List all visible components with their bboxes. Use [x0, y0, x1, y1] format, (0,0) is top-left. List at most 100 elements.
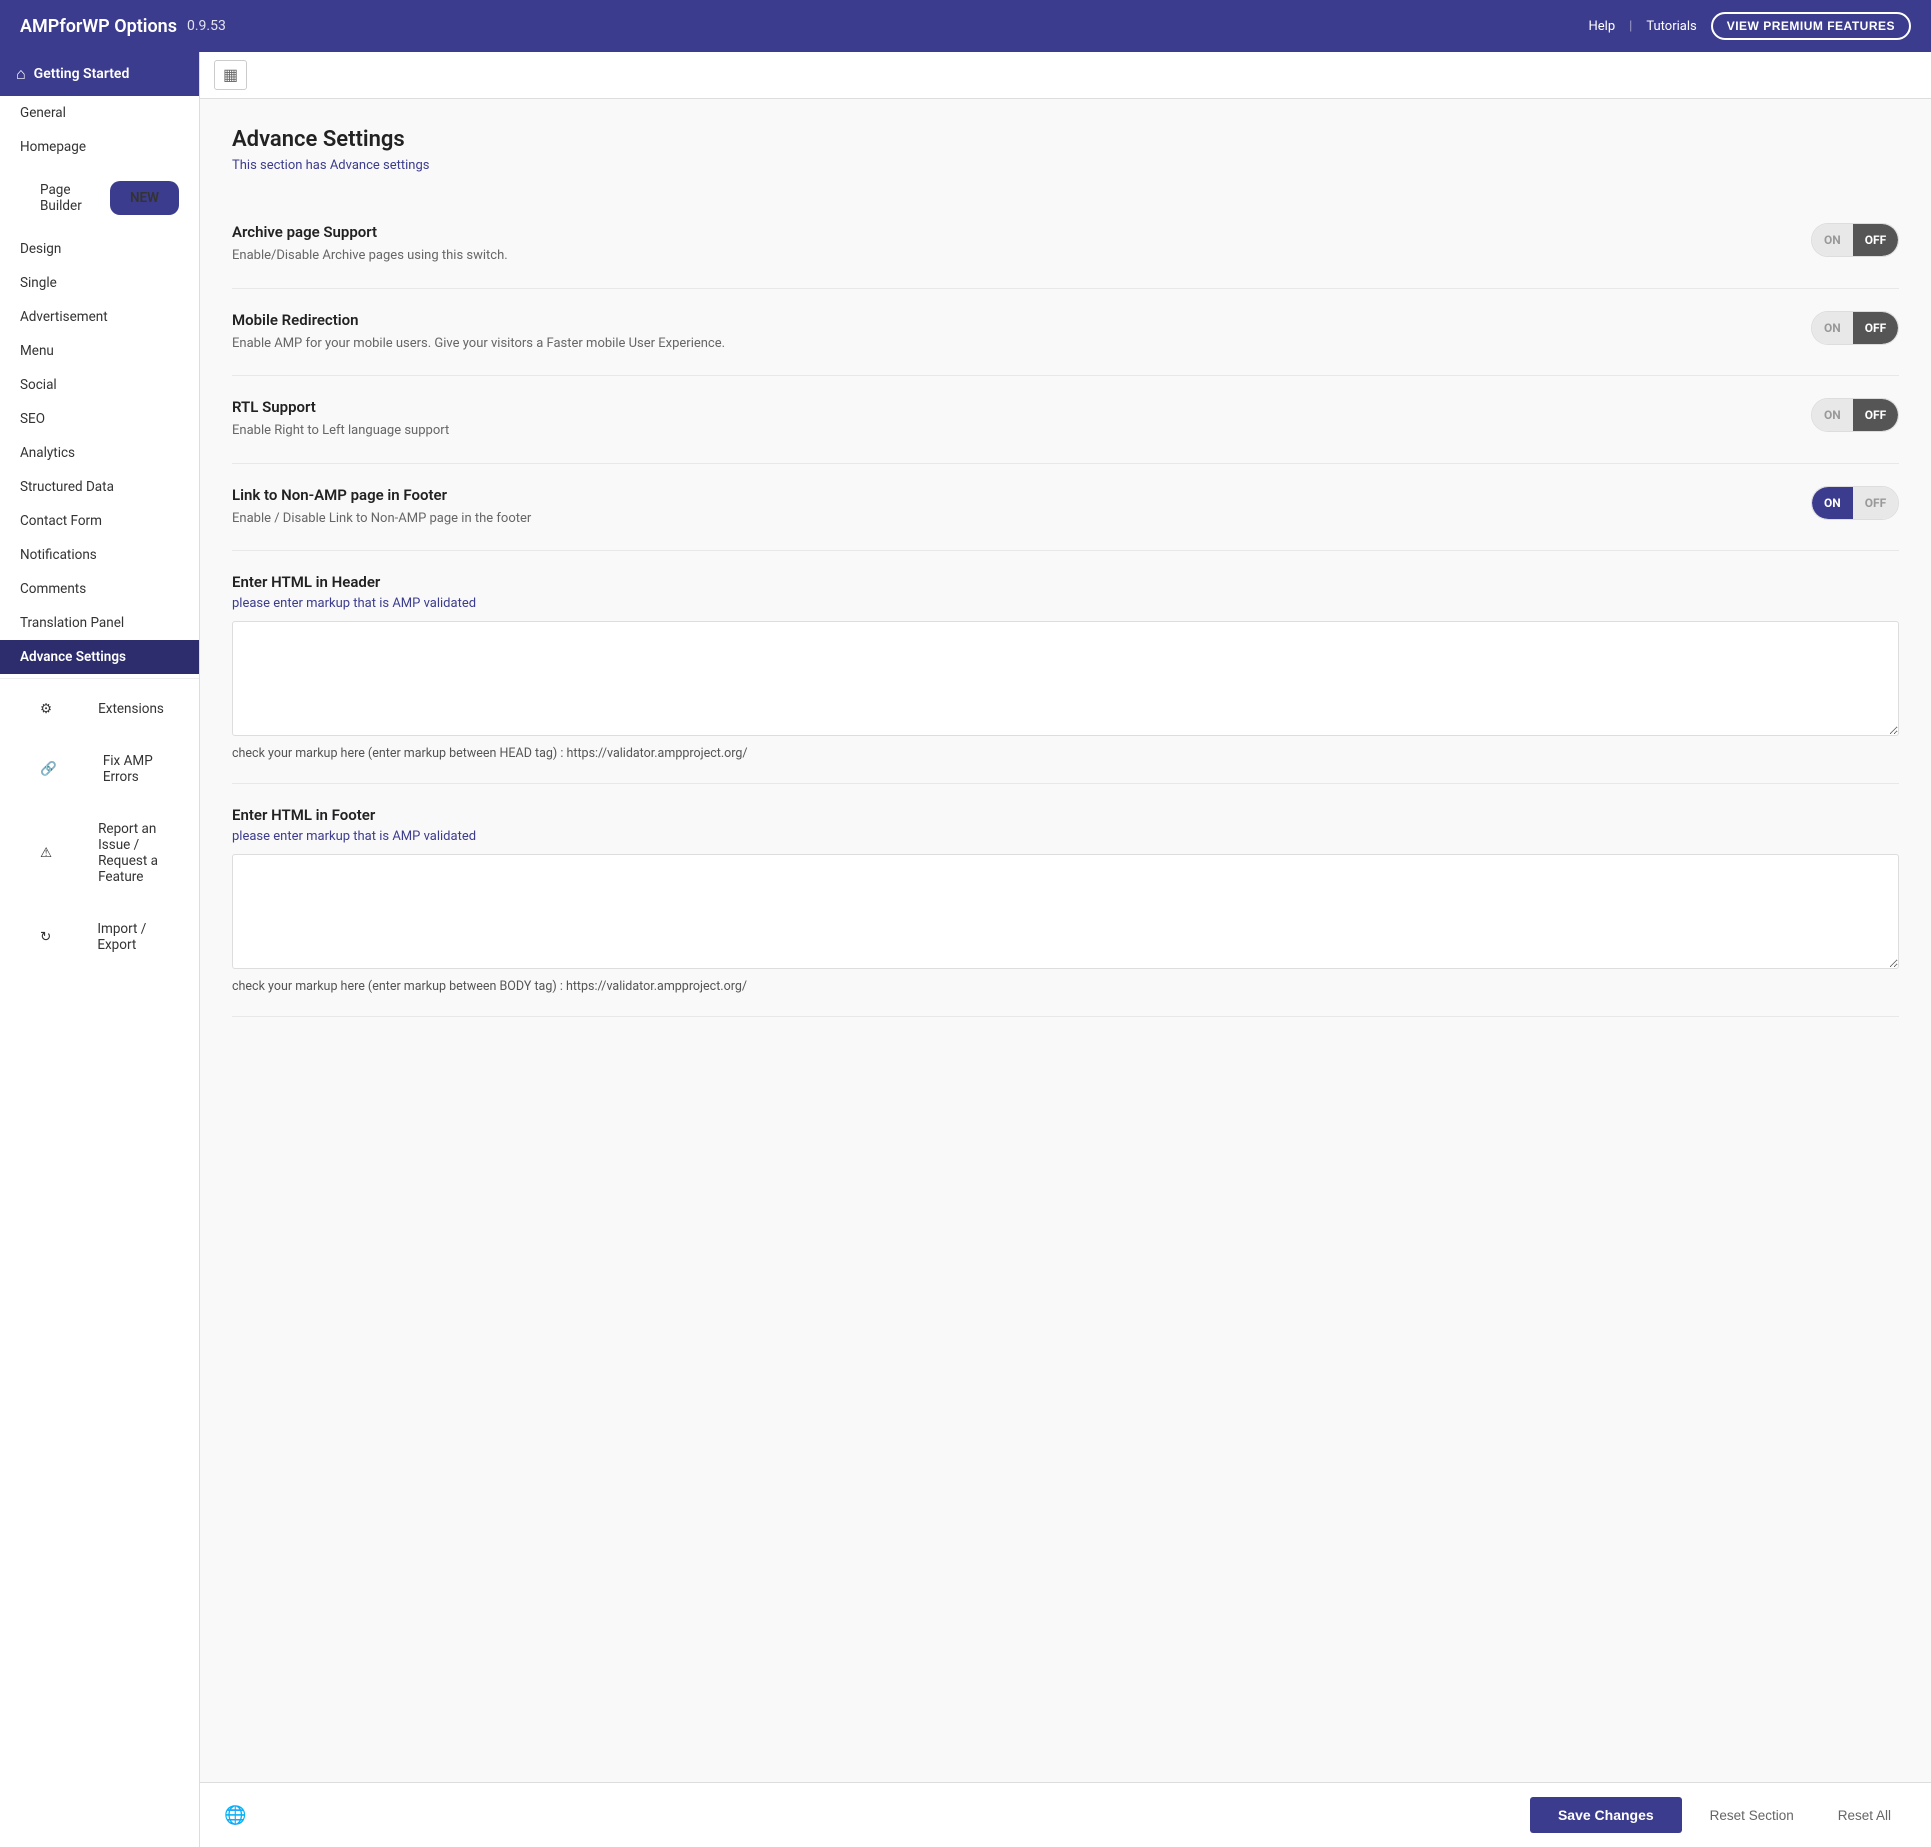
- content-area: Advance Settings This section has Advanc…: [200, 99, 1931, 1782]
- sidebar-link-report-issue[interactable]: ⚠ Report an Issue / Request a Feature: [0, 803, 199, 903]
- sidebar-link-homepage[interactable]: Homepage: [0, 130, 199, 164]
- sidebar-link-extensions[interactable]: ⚙ Extensions: [0, 683, 199, 735]
- sidebar-item-page-builder[interactable]: Page Builder NEW: [0, 164, 199, 232]
- toggle-archive[interactable]: ON OFF: [1811, 223, 1899, 257]
- sidebar-link-page-builder[interactable]: Page Builder NEW: [0, 164, 199, 232]
- toggle-on-link-non-amp[interactable]: ON: [1812, 487, 1853, 519]
- toggle-on-rtl[interactable]: ON: [1812, 399, 1853, 431]
- extensions-icon: ⚙: [20, 692, 72, 726]
- sidebar-link-fix-amp-errors[interactable]: 🔗 Fix AMP Errors: [0, 735, 199, 803]
- main-layout: ⌂ Getting Started General Homepage Page …: [0, 52, 1931, 1847]
- sidebar-item-import-export[interactable]: ↻ Import / Export: [0, 903, 199, 971]
- sidebar-item-notifications[interactable]: Notifications: [0, 538, 199, 572]
- setting-info-rtl: RTL Support Enable Right to Left languag…: [232, 398, 1811, 441]
- footer-bar: 🌐 Save Changes Reset Section Reset All: [200, 1782, 1931, 1847]
- setting-label-archive: Archive page Support: [232, 223, 1771, 241]
- sidebar-link-contact-form[interactable]: Contact Form: [0, 504, 199, 538]
- sidebar-item-homepage[interactable]: Homepage: [0, 130, 199, 164]
- sidebar-item-seo[interactable]: SEO: [0, 402, 199, 436]
- setting-desc-rtl: Enable Right to Left language support: [232, 421, 1771, 441]
- toolbar: ▦: [200, 52, 1931, 99]
- save-changes-button[interactable]: Save Changes: [1530, 1797, 1682, 1833]
- sidebar-item-social[interactable]: Social: [0, 368, 199, 402]
- top-header: AMPforWP Options 0.9.53 Help | Tutorials…: [0, 0, 1931, 52]
- header-left: AMPforWP Options 0.9.53: [20, 16, 226, 37]
- html-header-note: check your markup here (enter markup bet…: [232, 746, 1899, 761]
- sidebar-link-advertisement[interactable]: Advertisement: [0, 300, 199, 334]
- setting-mobile-redirection: Mobile Redirection Enable AMP for your m…: [232, 289, 1899, 377]
- reset-all-button[interactable]: Reset All: [1822, 1798, 1907, 1833]
- sidebar-link-seo[interactable]: SEO: [0, 402, 199, 436]
- toolbar-grid-button[interactable]: ▦: [214, 60, 247, 90]
- sidebar-link-translation-panel[interactable]: Translation Panel: [0, 606, 199, 640]
- warning-icon: ⚠: [20, 836, 72, 870]
- sidebar-item-advance-settings[interactable]: Advance Settings: [0, 640, 199, 674]
- sidebar-getting-started[interactable]: ⌂ Getting Started: [0, 52, 199, 96]
- setting-desc-archive: Enable/Disable Archive pages using this …: [232, 246, 1771, 266]
- setting-label-link-non-amp: Link to Non-AMP page in Footer: [232, 486, 1771, 504]
- page-title: Advance Settings: [232, 127, 1899, 152]
- sidebar-link-single[interactable]: Single: [0, 266, 199, 300]
- sidebar-item-extensions[interactable]: ⚙ Extensions: [0, 683, 199, 735]
- sidebar-item-contact-form[interactable]: Contact Form: [0, 504, 199, 538]
- sidebar-item-single[interactable]: Single: [0, 266, 199, 300]
- home-icon: ⌂: [16, 64, 26, 84]
- html-footer-textarea[interactable]: [232, 854, 1899, 969]
- getting-started-label: Getting Started: [34, 66, 130, 82]
- sidebar-item-fix-amp-errors[interactable]: 🔗 Fix AMP Errors: [0, 735, 199, 803]
- sidebar-item-menu[interactable]: Menu: [0, 334, 199, 368]
- sidebar-divider: [0, 678, 199, 679]
- sidebar-nav: General Homepage Page Builder NEW Design…: [0, 96, 199, 971]
- sidebar: ⌂ Getting Started General Homepage Page …: [0, 52, 200, 1847]
- toggle-off-rtl[interactable]: OFF: [1853, 399, 1898, 431]
- reset-section-button[interactable]: Reset Section: [1694, 1798, 1810, 1833]
- sidebar-item-report-issue[interactable]: ⚠ Report an Issue / Request a Feature: [0, 803, 199, 903]
- sidebar-item-structured-data[interactable]: Structured Data: [0, 470, 199, 504]
- html-footer-label: Enter HTML in Footer: [232, 806, 1899, 824]
- setting-archive-page-support: Archive page Support Enable/Disable Arch…: [232, 201, 1899, 289]
- fix-amp-icon: 🔗: [20, 752, 77, 786]
- sidebar-item-general[interactable]: General: [0, 96, 199, 130]
- sidebar-link-design[interactable]: Design: [0, 232, 199, 266]
- toggle-rtl[interactable]: ON OFF: [1811, 398, 1899, 432]
- html-header-textarea[interactable]: [232, 621, 1899, 736]
- sidebar-link-comments[interactable]: Comments: [0, 572, 199, 606]
- setting-info-archive: Archive page Support Enable/Disable Arch…: [232, 223, 1811, 266]
- toggle-link-non-amp[interactable]: ON OFF: [1811, 486, 1899, 520]
- setting-rtl-support: RTL Support Enable Right to Left languag…: [232, 376, 1899, 464]
- app-title: AMPforWP Options: [20, 16, 177, 37]
- sidebar-link-analytics[interactable]: Analytics: [0, 436, 199, 470]
- sidebar-item-analytics[interactable]: Analytics: [0, 436, 199, 470]
- new-badge: NEW: [110, 181, 179, 215]
- app-version: 0.9.53: [187, 18, 226, 34]
- sidebar-link-social[interactable]: Social: [0, 368, 199, 402]
- toggle-off-mobile[interactable]: OFF: [1853, 312, 1898, 344]
- sidebar-label-advance-settings: Advance Settings: [0, 640, 199, 674]
- toggle-mobile[interactable]: ON OFF: [1811, 311, 1899, 345]
- html-header-placeholder-desc: please enter markup that is AMP validate…: [232, 596, 1899, 611]
- toggle-off-archive[interactable]: OFF: [1853, 224, 1898, 256]
- html-header-label: Enter HTML in Header: [232, 573, 1899, 591]
- sidebar-item-comments[interactable]: Comments: [0, 572, 199, 606]
- setting-label-mobile: Mobile Redirection: [232, 311, 1771, 329]
- sidebar-item-advertisement[interactable]: Advertisement: [0, 300, 199, 334]
- sidebar-item-design[interactable]: Design: [0, 232, 199, 266]
- sidebar-item-translation-panel[interactable]: Translation Panel: [0, 606, 199, 640]
- sidebar-link-import-export[interactable]: ↻ Import / Export: [0, 903, 199, 971]
- setting-link-non-amp: Link to Non-AMP page in Footer Enable / …: [232, 464, 1899, 552]
- sidebar-link-menu[interactable]: Menu: [0, 334, 199, 368]
- sidebar-link-structured-data[interactable]: Structured Data: [0, 470, 199, 504]
- toggle-on-mobile[interactable]: ON: [1812, 312, 1853, 344]
- sidebar-link-general[interactable]: General: [0, 96, 199, 130]
- sidebar-link-notifications[interactable]: Notifications: [0, 538, 199, 572]
- premium-button[interactable]: VIEW PREMIUM FEATURES: [1711, 12, 1911, 40]
- setting-desc-mobile: Enable AMP for your mobile users. Give y…: [232, 334, 1771, 354]
- tutorials-link[interactable]: Tutorials: [1646, 19, 1696, 34]
- html-footer-placeholder-desc: please enter markup that is AMP validate…: [232, 829, 1899, 844]
- html-footer-note: check your markup here (enter markup bet…: [232, 979, 1899, 994]
- page-subtitle: This section has Advance settings: [232, 158, 1899, 173]
- setting-info-mobile: Mobile Redirection Enable AMP for your m…: [232, 311, 1811, 354]
- toggle-off-link-non-amp[interactable]: OFF: [1853, 487, 1898, 519]
- help-link[interactable]: Help: [1589, 19, 1616, 34]
- toggle-on-archive[interactable]: ON: [1812, 224, 1853, 256]
